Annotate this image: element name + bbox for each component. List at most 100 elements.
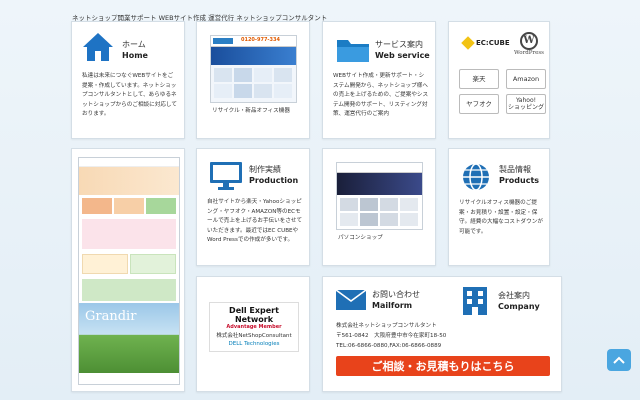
company-phone: TEL:06-6866-0880,FAX:06-6866-0889 [336,343,442,349]
shot-header: 0120-977-334 [211,36,296,47]
grandir-site-screenshot: Grandir [78,157,180,385]
shot-thumb [340,198,358,211]
shot-green-band [82,279,176,301]
shot-thumb [254,84,272,98]
shot-thumb [340,213,358,226]
dell-badge: Dell Expert Network Advantage Member 株式会… [209,302,299,352]
home-title-jp: ホーム [122,40,146,49]
shot-header [337,163,422,173]
production-body: 自社サイトから楽天・Yahooショッピング・ヤフオク・AMAZON等のECモール… [207,199,303,243]
dell-badge-line1: Dell Expert Network [229,306,279,324]
wordpress-logo[interactable]: W WordPress [509,32,549,56]
production-tile[interactable]: 制作実績 Production 自社サイトから楽天・Yahooショッピング・ヤフ… [196,148,310,266]
shot-thumb [82,254,128,274]
shot-thumb [274,68,292,82]
wordpress-label: WordPress [514,50,544,56]
home-title-en: Home [122,51,148,60]
shot-thumb [214,84,232,98]
production-title: 制作実績 Production [249,164,298,186]
products-title-jp: 製品情報 [499,165,531,174]
shot-thumb [380,198,398,211]
company-title-jp: 会社案内 [498,291,530,300]
eccube-label: EC:CUBE [476,39,510,47]
rakuten-button[interactable]: 楽天 [459,69,499,89]
company-name: 株式会社ネットショップコンサルタント [336,323,437,329]
yafuoku-button[interactable]: ヤフオク [459,94,499,114]
shot-grid [211,65,296,101]
products-body: リサイクルオフィス機器のご提案・お見積り・設置・設定・保守。経費の大幅なコストダ… [459,200,543,235]
dell-badge-line2: Advantage Member [226,324,282,330]
shot-thumb [214,68,232,82]
shot-thumb [360,213,378,226]
shot-phone: 0120-977-334 [241,37,280,43]
web-service-tile[interactable]: サービス案内 Web service WEBサイト作成・更新サポート・システム開… [322,21,436,139]
shot-thumb [130,254,176,274]
pc-shop-tile[interactable]: パソコンショップ [322,148,436,266]
building-icon [463,287,487,315]
shot-thumb [254,68,272,82]
dell-badge-line4: DELL Technologies [228,341,280,347]
globe-icon [463,163,489,191]
shot-thumb [400,213,418,226]
shot-thumb [234,84,252,98]
shot-pink-band [82,219,176,249]
shot-banner [337,173,422,195]
shot-row [79,195,179,217]
home-title: ホーム Home [122,39,148,61]
home-icon [83,33,113,61]
shot-thumb [114,198,144,214]
home-body: 私達は未来につなぐWEBサイトをご提案・作成しています。ネットショップコンサルタ… [82,73,177,117]
mailform-title-en: Mailform [372,301,413,310]
recycle-office-tile[interactable]: 0120-977-334 リサイクル・新品オフィス機器 [196,21,310,139]
scroll-to-top-button[interactable] [607,349,631,371]
dell-badge-line3: 株式会社NetShopConsultant [216,333,292,339]
shot-thumb [400,198,418,211]
consultation-button[interactable]: ご相談・お見積もりはこちら [336,356,550,376]
products-tile[interactable]: 製品情報 Products リサイクルオフィス機器のご提案・お見積り・設置・設定… [448,148,550,266]
shot-logo [213,38,233,44]
pc-shop-caption: パソコンショップ [338,235,383,241]
recycle-caption: リサイクル・新品オフィス機器 [212,108,290,114]
chevron-up-icon [613,356,625,364]
products-title-en: Products [499,176,540,185]
production-title-jp: 制作実績 [249,165,281,174]
monitor-icon [210,162,242,190]
company-address: 〒561-0842 大阪府豊中市今在家町18-50 [336,333,447,339]
shot-thumb [274,84,292,98]
mailform-title-jp: お問い合わせ [372,290,420,299]
shot-hero [79,167,179,195]
folder-icon [337,40,369,62]
recycle-site-screenshot: 0120-977-334 [210,35,297,103]
web-service-body: WEBサイト作成・更新サポート・システム開発から、ネットショップ様への売上を上げ… [333,73,429,117]
shot-thumb [146,198,176,214]
shot-grid [337,195,422,229]
pc-shop-screenshot [336,162,423,230]
web-service-title-jp: サービス案内 [375,40,423,49]
wordpress-icon: W [520,32,538,50]
dell-partner-tile[interactable]: Dell Expert Network Advantage Member 株式会… [196,276,310,392]
home-tile[interactable]: ホーム Home 私達は未来につなぐWEBサイトをご提案・作成しています。ネット… [71,21,185,139]
shot-banner [211,47,296,65]
shot-thumb [380,213,398,226]
mail-icon [335,289,367,310]
mailform-title[interactable]: お問い合わせ Mailform [372,289,420,311]
eccube-cube-icon [461,36,475,50]
shot-hero-photo: Grandir [79,303,179,373]
grandir-site-tile[interactable]: Grandir [71,148,185,392]
company-title[interactable]: 会社案内 Company [498,290,540,312]
shot-header [79,158,179,167]
production-title-en: Production [249,176,299,185]
platforms-tile: EC:CUBE W WordPress 楽天 Amazon ヤフオク Yahoo… [448,21,550,139]
shot-thumb [360,198,378,211]
web-service-title-en: Web service [375,51,430,60]
shot-row [79,251,179,277]
shot-hero-word: Grandir [85,309,137,324]
shot-thumb [234,68,252,82]
company-title-en: Company [498,302,540,311]
amazon-button[interactable]: Amazon [506,69,546,89]
yahoo-shopping-button[interactable]: Yahoo! ショッピング [506,94,546,114]
eccube-logo[interactable]: EC:CUBE [461,36,510,50]
shot-thumb [82,198,112,214]
web-service-title: サービス案内 Web service [375,39,430,61]
products-title: 製品情報 Products [499,164,539,186]
